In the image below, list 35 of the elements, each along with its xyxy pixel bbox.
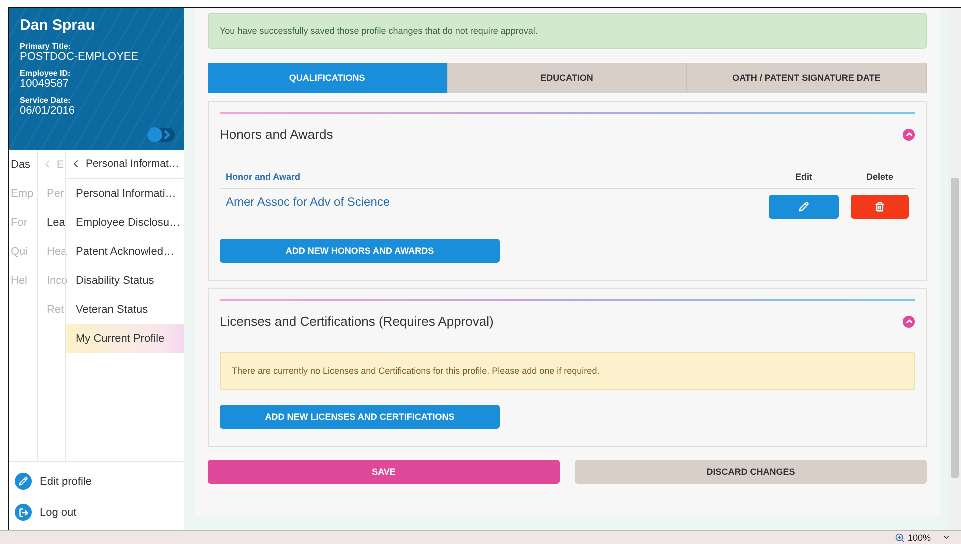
user-name: Dan Sprau bbox=[20, 17, 96, 34]
column-header: Delete bbox=[865, 172, 894, 182]
nav-item[interactable]: Employee Disclosu… bbox=[66, 208, 184, 237]
nav-header: E bbox=[57, 158, 64, 170]
field-value: 06/01/2016 bbox=[20, 105, 76, 117]
field-value: POSTDOC-EMPLOYEE bbox=[20, 51, 140, 63]
info-notice: There are currently no Licenses and Certifications for this profile. Please add one if required. bbox=[220, 352, 915, 390]
column-header: Edit bbox=[794, 172, 814, 182]
tab[interactable]: EDUCATION bbox=[448, 63, 688, 93]
nav-item[interactable]: Personal Informati… bbox=[66, 179, 184, 208]
nav-header: Personal Informat… bbox=[86, 158, 180, 170]
field-label: Employee ID: bbox=[20, 69, 72, 78]
tab[interactable]: QUALIFICATIONS bbox=[208, 63, 448, 93]
nav-item[interactable]: Das bbox=[9, 150, 37, 179]
save-button[interactable]: SAVE bbox=[208, 460, 560, 484]
section-title: Licenses and Certifications (Requires Approval) bbox=[220, 314, 494, 329]
nav-item[interactable]: Patent Acknowled… bbox=[66, 237, 184, 266]
add-button[interactable]: ADD NEW LICENSES AND CERTIFICATIONS bbox=[220, 405, 500, 429]
column-header: Honor and Award bbox=[226, 172, 302, 182]
nav-item[interactable]: My Current Profile bbox=[66, 324, 184, 353]
add-button[interactable]: ADD NEW HONORS AND AWARDS bbox=[220, 239, 500, 263]
zoom-level: 100% bbox=[908, 532, 931, 542]
logout-link[interactable]: Log out bbox=[15, 497, 184, 528]
nav-item[interactable]: Veteran Status bbox=[66, 295, 184, 324]
field-label: Primary Title: bbox=[20, 42, 72, 51]
nav-item[interactable]: Disability Status bbox=[66, 266, 184, 295]
edit-profile-link[interactable]: Edit profile bbox=[15, 466, 184, 497]
award-link[interactable]: Amer Assoc for Adv of Science bbox=[226, 195, 757, 209]
field-label: Service Date: bbox=[20, 96, 72, 105]
nav-item[interactable]: Lea bbox=[38, 208, 65, 237]
tab[interactable]: OATH / PATENT SIGNATURE DATE bbox=[687, 63, 928, 93]
discard-button[interactable]: DISCARD CHANGES bbox=[575, 460, 927, 484]
success-alert: You have successfully saved those profile changes that do not require approval. bbox=[208, 13, 927, 49]
section-title: Honors and Awards bbox=[220, 127, 334, 142]
field-value: 10049587 bbox=[20, 78, 70, 90]
